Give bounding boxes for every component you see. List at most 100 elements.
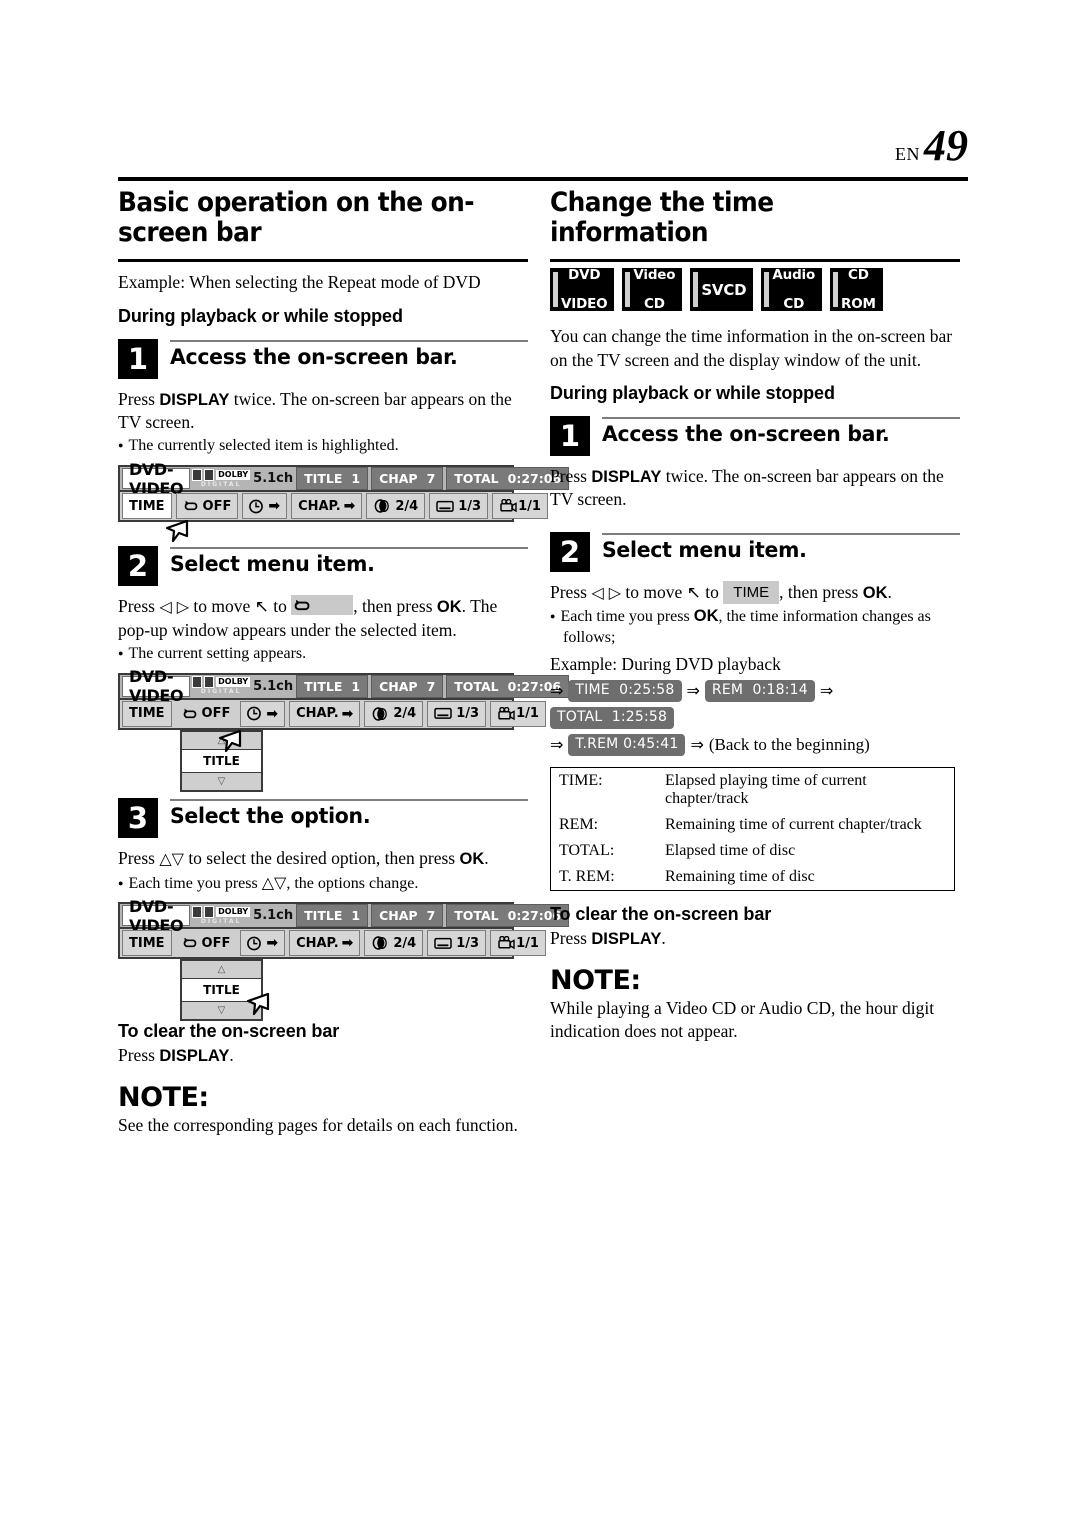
right-column: Change the time information DVD VIDEO Vid… (550, 187, 960, 1050)
time-sequence-row-1: ⇒ TIME 0:25:58 ⇒ REM 0:18:14 ⇒ TOTAL 1:2… (550, 680, 960, 729)
osb-angle-value: 1/1 (516, 935, 539, 951)
disc-type-badges: DVD VIDEO Video CD SVCD Audio CD CD ROM (550, 267, 960, 313)
dolby-sub: DIGITAL (200, 688, 242, 696)
audio-icon (373, 707, 388, 721)
right-section-title: Change the time information (550, 187, 774, 249)
osb-subtitle-button[interactable]: 1/3 (427, 700, 487, 727)
osb-chapter-button[interactable]: CHAP. ➡ (291, 493, 363, 520)
t: . (484, 847, 489, 868)
seq-chip-trem: T.REM 0:45:41 (568, 734, 686, 756)
osb-angle-button[interactable]: 1/1 (490, 930, 546, 957)
kbd-display: DISPLAY (159, 1047, 230, 1066)
osb-title-val: 1 (351, 678, 361, 694)
header-rule (118, 177, 968, 181)
right-intro: You can change the time information in t… (550, 326, 953, 370)
popup-scroll-down[interactable]: ▽ (182, 773, 261, 790)
osb-time-button[interactable]: TIME (122, 930, 172, 957)
page-lang-code: EN (895, 137, 920, 166)
step-number: 2 (550, 531, 590, 572)
pointer-glyph: ↖ (686, 582, 701, 603)
left-step-1: 1 Access the on-screen bar. (118, 338, 528, 379)
osb-title-seg: TITLE 1 (296, 904, 369, 928)
osb-channels: 5.1ch (253, 908, 294, 924)
clock-icon (249, 499, 264, 514)
badge-line2: CD (783, 296, 805, 313)
osb-audio-button[interactable]: 2/4 (366, 493, 426, 520)
camera-angle-icon (498, 936, 515, 950)
right-arrow-icon: ➡ (268, 498, 281, 515)
step-rule (170, 547, 528, 550)
osb-audio-button[interactable]: 2/4 (364, 700, 424, 727)
osb-time-search-button[interactable]: ➡ (240, 930, 286, 957)
time-chip: TIME (723, 580, 780, 604)
right-arrow-icon: ➡ (266, 935, 279, 952)
step-2-bullet: The current setting appears. (118, 644, 528, 665)
up-down-arrow-glyph: △▽ (261, 872, 287, 892)
osb-top-row: DVD-VIDEO DOLBY DIGITAL 5.1ch TITLE 1 CHA… (118, 667, 586, 705)
seq-chip-time: TIME 0:25:58 (568, 680, 682, 702)
osb-chap-label: CHAP. (298, 498, 341, 514)
osb-subtitle-button[interactable]: 1/3 (427, 930, 487, 957)
step-number: 1 (550, 415, 590, 456)
osb-time-button[interactable]: TIME (122, 700, 172, 727)
left-step-3: 3 Select the option. (118, 797, 528, 838)
osb-title-val: 1 (351, 471, 361, 487)
badge-line1: SVCD (701, 280, 747, 299)
osb-chap-label: CHAP. (296, 935, 339, 951)
left-section-title: Basic operation on the on-screen bar (118, 187, 475, 249)
osb-angle-button[interactable]: 1/1 (490, 700, 546, 727)
right-condition: During playback or while stopped (550, 382, 835, 403)
osb-time-search-button[interactable]: ➡ (240, 700, 286, 727)
legend-key: REM: (559, 815, 599, 833)
right-arrow-icon: ➡ (266, 705, 279, 722)
page-header: EN49 (118, 120, 968, 180)
osb-repeat-button[interactable]: OFF (176, 931, 237, 955)
osb-time-search-button[interactable]: ➡ (242, 493, 288, 520)
legend-desc: Remaining time of current chapter/track (665, 815, 922, 833)
t: Press (550, 465, 592, 486)
osb-title-seg: TITLE 1 (296, 674, 369, 698)
osb-angle-button[interactable]: 1/1 (492, 493, 548, 520)
t: . (887, 581, 892, 602)
step-1-bullet: The currently selected item is highlight… (118, 436, 528, 457)
seq-label: T.REM (575, 736, 619, 753)
legend-key: TIME: (559, 771, 603, 789)
t: Press (118, 847, 160, 868)
osb-title-key: TITLE (304, 471, 343, 487)
subtitle-icon (436, 500, 454, 512)
audio-icon (373, 936, 388, 951)
dolby-digital-icon: DOLBY DIGITAL (192, 676, 251, 696)
step-2-paragraph: Press ◁ ▷ to move ↖ to TIME, then press … (550, 580, 960, 605)
osb-audio-value: 2/4 (393, 706, 417, 722)
badge-line1: DVD (568, 267, 601, 284)
popup-scroll-up[interactable]: △ (182, 961, 261, 978)
left-step-2-body: Press ◁ ▷ to move ↖ to , then press OK. … (118, 595, 528, 665)
legend-desc: Elapsed playing time of current chapter/… (665, 771, 867, 807)
osb-bottom-row: TIME OFF ➡ CHAP. ➡ 2/4 1/3 1/1 (118, 699, 546, 730)
osb-subtitle-button[interactable]: 1/3 (429, 493, 489, 520)
step-1-paragraph: Press DISPLAY twice. The on-screen bar a… (550, 465, 960, 512)
osb-chapter-button[interactable]: CHAP. ➡ (289, 930, 361, 957)
step-title: Select menu item. (602, 537, 807, 563)
step-3-paragraph: Press △▽ to select the desired option, t… (118, 847, 528, 871)
sequence-arrow-icon: ⇒ (550, 680, 564, 700)
left-note-text: See the corresponding pages for details … (118, 1115, 518, 1136)
badge-line1: Audio (772, 267, 816, 284)
osb-chapter-button[interactable]: CHAP. ➡ (289, 700, 361, 727)
disc-badge-svcd: SVCD (690, 268, 754, 312)
seq-chip-rem: REM 0:18:14 (704, 680, 815, 702)
badge-line2: ROM (841, 296, 876, 313)
badge-line1: CD (848, 267, 869, 284)
step-title: Access the on-screen bar. (602, 421, 890, 447)
sequence-end-label: (Back to the beginning) (708, 734, 870, 754)
step-3-bullet: Each time you press △▽, the options chan… (118, 873, 528, 895)
osb-chap-key: CHAP (379, 678, 418, 694)
osb-audio-button[interactable]: 2/4 (364, 930, 424, 957)
osb-repeat-button[interactable]: OFF (176, 702, 237, 726)
t: Press (118, 596, 160, 617)
step-title: Select menu item. (170, 552, 375, 578)
kbd-display: DISPLAY (159, 390, 230, 409)
t: Press (550, 581, 592, 602)
t: to select the desired option, then press (183, 847, 460, 868)
page-number: EN49 (895, 120, 968, 171)
